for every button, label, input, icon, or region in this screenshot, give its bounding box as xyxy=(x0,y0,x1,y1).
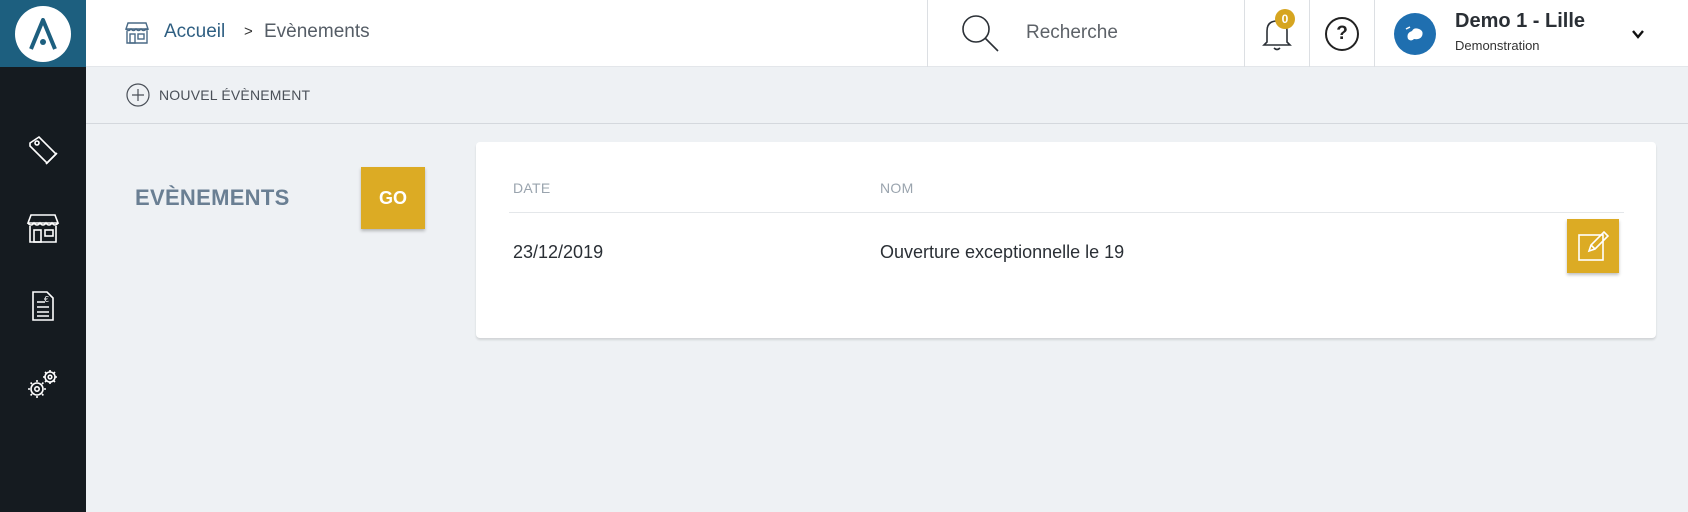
notification-count-badge: 0 xyxy=(1275,9,1295,29)
go-button[interactable]: GO xyxy=(361,167,425,229)
invoice-icon: € xyxy=(32,291,54,321)
event-name-cell: Ouverture exceptionnelle le 19 xyxy=(880,242,1125,262)
svg-text:€: € xyxy=(44,295,49,304)
breadcrumb-separator: > xyxy=(244,23,253,40)
account-name: Demo 1 - Lille xyxy=(1455,10,1586,32)
new-event-label: NOUVEL ÉVÈNEMENT xyxy=(159,87,311,103)
help-label: ? xyxy=(1336,22,1348,44)
event-date-cell: 23/12/2019 xyxy=(513,242,604,262)
chevron-down-icon[interactable] xyxy=(1631,27,1645,41)
sidebar-item-stores[interactable] xyxy=(0,198,86,258)
search-icon[interactable] xyxy=(960,13,1000,53)
app-logo-a-icon[interactable] xyxy=(15,5,71,62)
tag-icon xyxy=(29,135,58,165)
sidebar: € xyxy=(0,0,86,512)
account-avatar-icon xyxy=(1405,26,1423,41)
header-divider xyxy=(509,212,1624,213)
edit-icon xyxy=(1578,230,1610,261)
notifications-button[interactable]: 0 xyxy=(1245,0,1310,67)
avatar xyxy=(1394,13,1436,55)
store-icon xyxy=(26,214,60,243)
breadcrumb-current: Evènements xyxy=(264,21,370,42)
new-event-button[interactable]: NOUVEL ÉVÈNEMENT xyxy=(126,83,310,107)
column-header-date: DATE xyxy=(513,180,551,196)
column-header-name: NOM xyxy=(880,180,914,196)
page-title: EVÈNEMENTS xyxy=(135,185,290,210)
top-bar: Accueil > Evènements 0 ? Demo 1 - Lille … xyxy=(86,0,1688,67)
sidebar-item-invoices[interactable]: € xyxy=(0,276,86,336)
help-icon: ? xyxy=(1325,16,1359,51)
account-subtitle: Demonstration xyxy=(1455,38,1540,53)
sidebar-item-products[interactable] xyxy=(0,120,86,180)
account-menu[interactable]: Demo 1 - Lille Demonstration xyxy=(1375,0,1688,67)
breadcrumb-home-link[interactable]: Accueil xyxy=(164,21,225,43)
plus-circle-icon xyxy=(126,83,150,107)
logo-area[interactable] xyxy=(0,0,86,67)
store-home-icon[interactable] xyxy=(124,21,150,45)
sidebar-item-settings[interactable] xyxy=(0,354,86,414)
events-table-card: DATE NOM 23/12/2019 Ouverture exceptionn… xyxy=(476,142,1656,338)
help-button[interactable]: ? xyxy=(1310,0,1375,67)
action-toolbar: NOUVEL ÉVÈNEMENT xyxy=(86,67,1688,124)
gears-icon xyxy=(28,370,57,398)
search-input[interactable] xyxy=(1026,18,1226,48)
search-box xyxy=(927,0,1245,67)
edit-event-button[interactable] xyxy=(1567,219,1619,273)
